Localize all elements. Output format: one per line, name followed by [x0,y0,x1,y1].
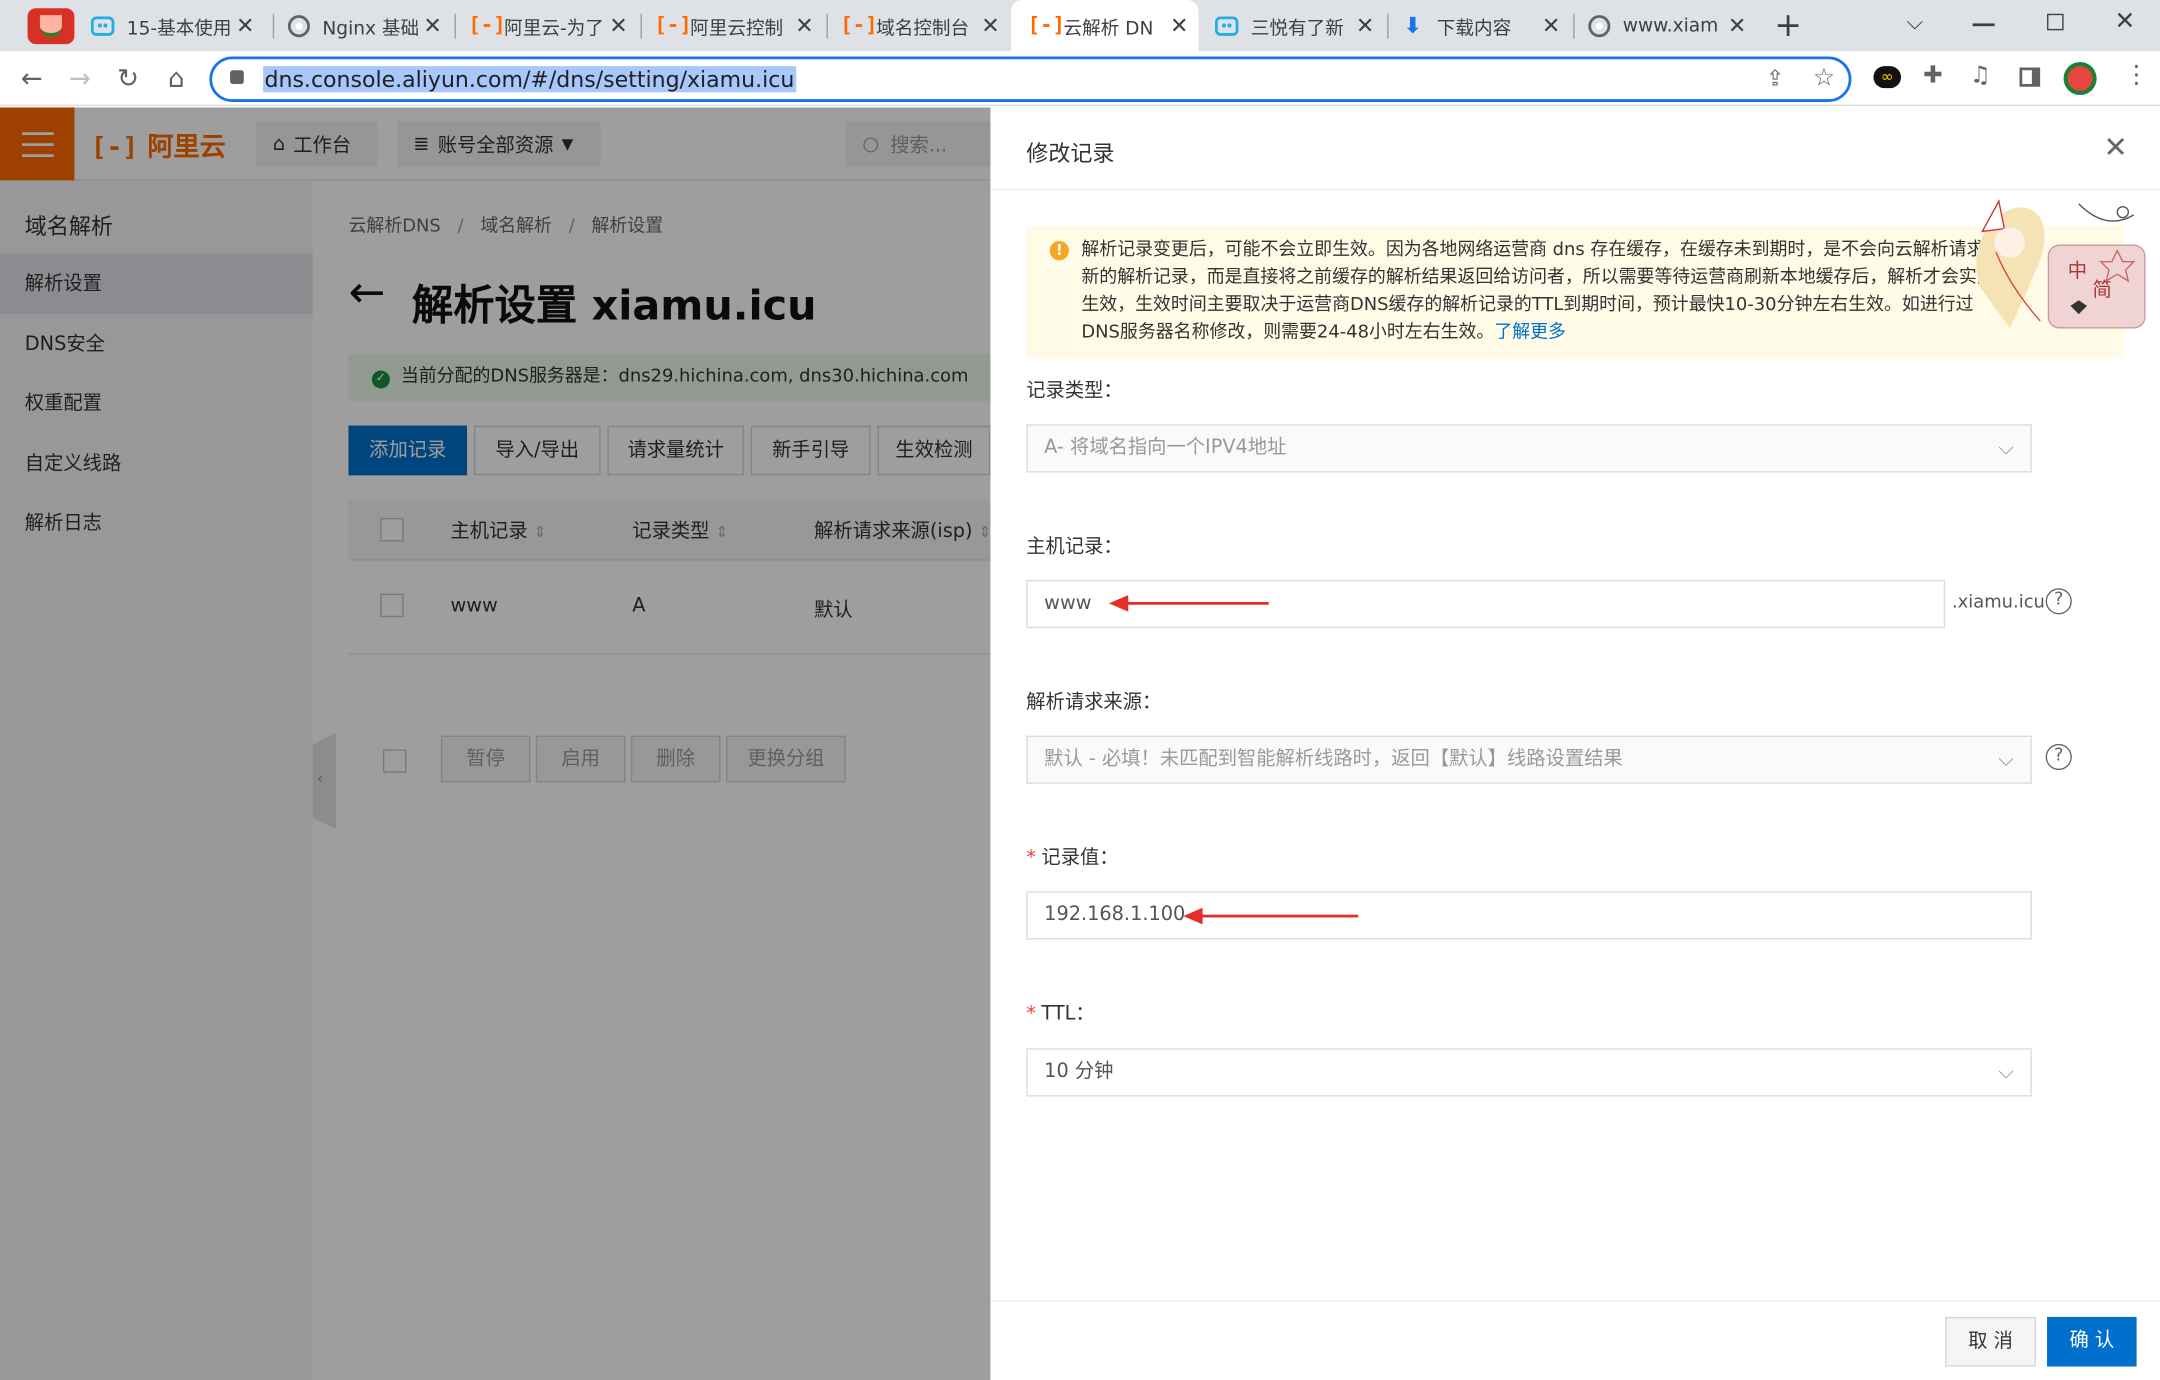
url-text[interactable]: dns.console.aliyun.com/#/dns/setting/xia… [263,66,796,93]
tab-close-icon[interactable]: ✕ [1354,12,1376,38]
cancel-button[interactable]: 取 消 [1945,1316,2037,1367]
address-bar[interactable]: dns.console.aliyun.com/#/dns/setting/xia… [209,56,1852,102]
tab-close-icon[interactable]: ✕ [793,12,815,38]
tab-title: 云解析 DN [1063,17,1154,40]
tab-close-icon[interactable]: ✕ [234,12,256,38]
tab-9[interactable]: www.xiam ✕ [1573,0,1756,51]
tab-title: 阿里云控制 [690,17,784,40]
tab-0[interactable] [27,0,78,51]
tab-2[interactable]: Nginx 基础 ✕ [272,0,452,51]
globe-icon [1587,14,1610,37]
ttl-value: 10 分钟 [1044,1060,1114,1083]
modal-overlay[interactable] [0,107,991,1380]
anime-girl-mascot-icon [1976,199,2146,329]
tab-close-icon[interactable]: ✕ [422,12,444,38]
tab-title: 阿里云-为了 [504,17,604,40]
mascot-badge-text: 简 [2092,279,2112,302]
tab-close-icon[interactable]: ✕ [1726,12,1748,38]
required-asterisk: * [1026,1002,1036,1025]
side-panel-icon[interactable] [2019,67,2041,87]
record-type-select[interactable]: A- 将域名指向一个IPV4地址 ⌵ [1026,424,2032,473]
aliyun-icon: [-] [654,12,692,38]
extensions-puzzle-icon[interactable]: ✚ [1923,62,1943,90]
ttl-select[interactable]: 10 分钟 ⌵ [1026,1048,2032,1097]
browser-toolbar: ← → ↻ ⌂ dns.console.aliyun.com/#/dns/set… [0,50,2160,107]
tab-title: www.xiam [1622,14,1719,37]
mascot-sticker: 中 简 [1955,190,2148,342]
tab-1[interactable]: 15-基本使用 ✕ [88,0,264,51]
host-label: 主机记录： [1026,535,1123,558]
aliyun-icon: [-] [840,12,878,38]
back-icon[interactable]: ← [15,62,48,95]
tab-3[interactable]: [-] 阿里云-为了 ✕ [454,0,638,51]
ttl-label: * TTL： [1026,999,1094,1027]
chevron-down-icon: ⌵ [1998,1059,2014,1085]
tab-title: 下载内容 [1436,17,1512,40]
required-asterisk: * [1026,847,1036,870]
profile-avatar[interactable] [2063,61,2097,96]
bilibili-icon [90,14,115,37]
mascot-badge-text: 中 [2067,260,2087,283]
new-tab-button[interactable]: + [1774,6,1802,45]
bookmark-star-icon[interactable]: ☆ [1813,63,1835,92]
tab-title: Nginx 基础 [322,17,420,40]
learn-more-link[interactable]: 了解更多 [1494,322,1566,343]
red-annotation-arrow [1183,907,1359,925]
request-source-select[interactable]: 默认 - 必填！未匹配到智能解析线路时，返回【默认】线路设置结果 ⌵ [1026,735,2032,784]
record-value-input[interactable]: 192.168.1.100 [1026,891,2032,940]
tab-title: 15-基本使用 [126,17,232,40]
media-control-icon[interactable]: ♫ [1970,62,1991,90]
record-value-label-text: 记录值： [1041,847,1119,870]
reload-icon[interactable]: ↻ [112,62,145,95]
host-value: www [1044,592,1092,615]
tab-close-icon[interactable]: ✕ [979,12,1001,38]
chevron-down-icon: ⌵ [1998,746,2014,772]
help-icon[interactable]: ? [2045,743,2072,771]
tab-search-icon[interactable]: ⌵ [1907,8,1924,36]
globe-icon [287,14,310,37]
tab-title: 三悦有了新 [1250,17,1344,40]
tab-8[interactable]: ⬇ 下载内容 ✕ [1387,0,1570,51]
home-icon[interactable]: ⌂ [160,62,193,95]
browser-menu-icon[interactable]: ⋮ [2124,61,2149,90]
warning-icon: ! [1049,241,1069,261]
restore-icon[interactable] [2047,13,2064,31]
forward-icon[interactable]: → [63,62,96,95]
record-type-value: A- 将域名指向一个IPV4地址 [1044,436,1287,459]
tab-title: 域名控制台 [876,17,970,40]
edit-record-drawer: 修改记录 ✕ ! 解析记录变更后，可能不会立即生效。因为各地网络运营商 dns … [990,107,2160,1380]
tab-5[interactable]: [-] 域名控制台 ✕ [826,0,1010,51]
extension-infinity-icon[interactable]: ∞ [1873,66,1902,89]
tab-6-active[interactable]: [-] 云解析 DN ✕ [1011,0,1199,51]
record-type-label: 记录类型： [1026,380,1123,403]
aliyun-icon: [-] [468,12,506,38]
aliyun-icon: [-] [1027,12,1065,38]
ttl-label-text: TTL： [1041,1002,1095,1025]
record-value-text: 192.168.1.100 [1044,903,1186,926]
tab-4[interactable]: [-] 阿里云控制 ✕ [640,0,824,51]
minimize-icon[interactable] [1972,23,1995,26]
drawer-footer-divider [990,1300,2160,1302]
record-value-label: * 记录值： [1026,843,1118,871]
tab-close-icon[interactable]: ✕ [607,12,629,38]
browser-tab-strip: 15-基本使用 ✕ Nginx 基础 ✕ [-] 阿里云-为了 ✕ [-] 阿里… [0,0,2160,51]
red-annotation-arrow [1108,595,1269,612]
watermelon-icon [27,7,75,44]
bilibili-icon [1214,14,1239,37]
share-icon[interactable]: ⇪ [1766,65,1784,91]
chevron-down-icon: ⌵ [1998,435,2014,461]
tab-close-icon[interactable]: ✕ [1168,12,1190,38]
confirm-button[interactable]: 确 认 [2047,1316,2137,1367]
source-label: 解析请求来源： [1026,691,1162,714]
lock-icon [230,70,244,85]
request-source-value: 默认 - 必填！未匹配到智能解析线路时，返回【默认】线路设置结果 [1044,748,1623,771]
tab-close-icon[interactable]: ✕ [1540,12,1562,38]
host-suffix: .xiamu.icu [1951,592,2045,614]
drawer-title: 修改记录 [1026,140,1115,167]
download-icon: ⬇ [1403,12,1422,39]
help-icon[interactable]: ? [2045,588,2072,615]
window-close-icon[interactable]: ✕ [2115,7,2136,36]
close-icon[interactable]: ✕ [2104,131,2128,164]
tab-7[interactable]: 三悦有了新 ✕ [1201,0,1384,51]
